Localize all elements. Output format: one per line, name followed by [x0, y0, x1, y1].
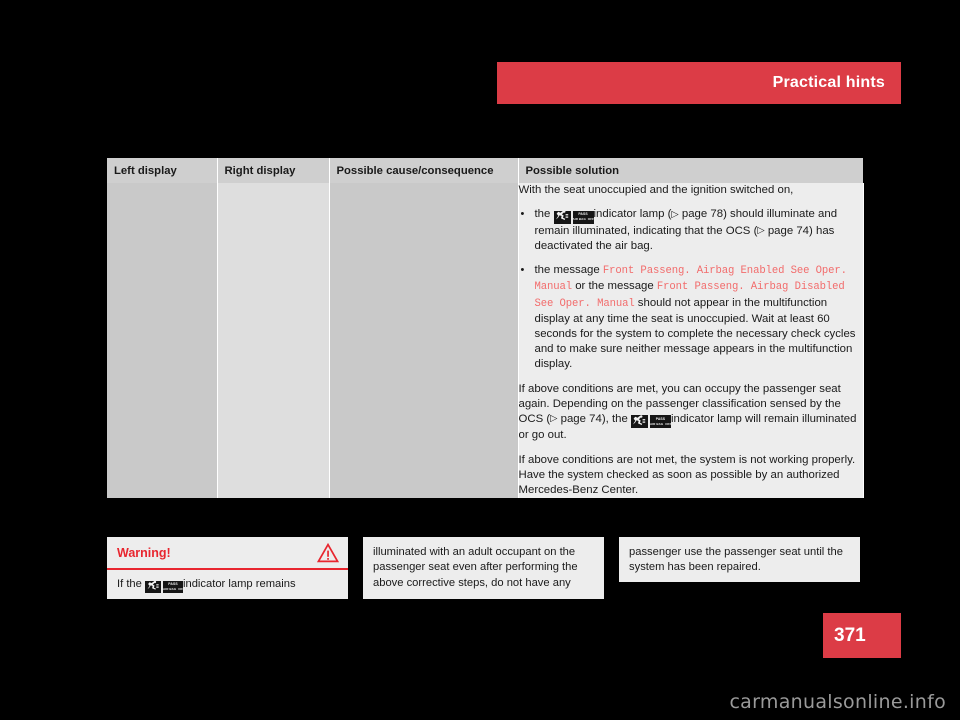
troubleshooting-table: Left display Right display Possible caus…	[107, 158, 864, 499]
continuation-right-text: passenger use the passenger seat until t…	[629, 546, 843, 574]
passenger-airbag-off-indicator-icon: PASS AIR BAG OFF	[553, 210, 594, 224]
warning-title: Warning!	[117, 546, 171, 560]
warning-text-pre: If the	[117, 578, 142, 590]
cell-possible-solution: With the seat unoccupied and the ignitio…	[518, 183, 864, 499]
bullet-marker: •	[520, 264, 525, 277]
occupant-seat-glyph	[555, 210, 569, 224]
bullet2-mid: or the message	[575, 280, 654, 293]
bullet2-pre: the message	[534, 264, 600, 277]
page-reference-74: ▷ page 74	[757, 224, 810, 237]
occupant-seat-icon	[553, 210, 571, 224]
occupant-seat-icon	[145, 581, 161, 594]
pass-icon-line2: AIR BAG OFF	[649, 421, 671, 426]
continuation-box-right: passenger use the passenger seat until t…	[619, 537, 860, 582]
pass-airbag-off-icon: PASS AIR BAG OFF	[572, 210, 594, 224]
list-item: • the message Front Passeng. Airbag Enabl…	[519, 263, 863, 372]
page-reference-74-second: ▷ page 74	[550, 412, 602, 425]
occupant-seat-glyph	[147, 581, 160, 593]
solution-bullet-list: • the PASS AIR BAG OFF indicator lamp (▷…	[519, 207, 863, 372]
watermark: carmanualsonline.info	[729, 691, 946, 713]
pass-icon-line1: PASS	[168, 582, 178, 587]
page-number: 371	[834, 624, 866, 646]
page-title: Practical hints	[772, 74, 885, 91]
bullet-marker: •	[520, 208, 525, 221]
table-header-row: Left display Right display Possible caus…	[107, 158, 863, 183]
cell-right-display	[217, 183, 330, 499]
solution-paragraph-2: If above conditions are met, you can occ…	[519, 382, 863, 444]
pass-airbag-off-icon: PASS AIR BAG OFF	[649, 415, 671, 429]
continuation-box-middle: illuminated with an adult occupant on th…	[363, 537, 604, 599]
pass-icon-line2: AIR BAG OFF	[163, 587, 183, 592]
passenger-airbag-off-indicator-icon: PASS AIR BAG OFF	[145, 581, 183, 594]
column-header-possible-solution: Possible solution	[518, 158, 863, 183]
occupant-seat-icon	[630, 415, 648, 429]
pass-airbag-off-icon: PASS AIR BAG OFF	[163, 581, 183, 594]
occupant-seat-glyph	[632, 415, 646, 428]
cell-possible-cause	[329, 183, 519, 499]
warning-text-post: indicator lamp remains	[183, 578, 296, 590]
warning-triangle-icon	[316, 542, 340, 563]
header-band: Practical hints	[497, 62, 901, 104]
cell-left-display	[107, 183, 218, 499]
warning-body: If the PASS AIR BAG OFF indicator lamp r…	[107, 570, 348, 594]
column-header-right-display: Right display	[217, 158, 330, 183]
solution-intro: With the seat unoccupied and the ignitio…	[518, 184, 794, 196]
list-item: • the PASS AIR BAG OFF indicator lamp (▷…	[519, 207, 863, 254]
para2-b: ), the	[601, 412, 628, 425]
pass-icon-line1: PASS	[578, 211, 588, 216]
solution-paragraph-3: If above conditions are not met, the sys…	[518, 453, 856, 497]
pass-icon-line1: PASS	[655, 416, 666, 421]
pass-icon-line2: AIR BAG OFF	[572, 216, 594, 221]
column-header-left-display: Left display	[107, 158, 218, 183]
passenger-airbag-off-indicator-icon: PASS AIR BAG OFF	[630, 415, 671, 429]
bullet1-post-a: indicator lamp (	[593, 208, 672, 221]
continuation-middle-text: illuminated with an adult occupant on th…	[373, 546, 578, 589]
table-row: With the seat unoccupied and the ignitio…	[107, 183, 864, 499]
page-number-badge: 371	[823, 613, 901, 658]
warning-box-header: Warning!	[107, 537, 348, 570]
page-reference-78: ▷ page 78	[671, 208, 724, 221]
column-header-possible-cause: Possible cause/consequence	[329, 158, 519, 183]
warning-box: Warning! If the PASS AIR BAG OF indicato…	[107, 537, 348, 599]
bullet1-pre: the	[534, 208, 551, 221]
